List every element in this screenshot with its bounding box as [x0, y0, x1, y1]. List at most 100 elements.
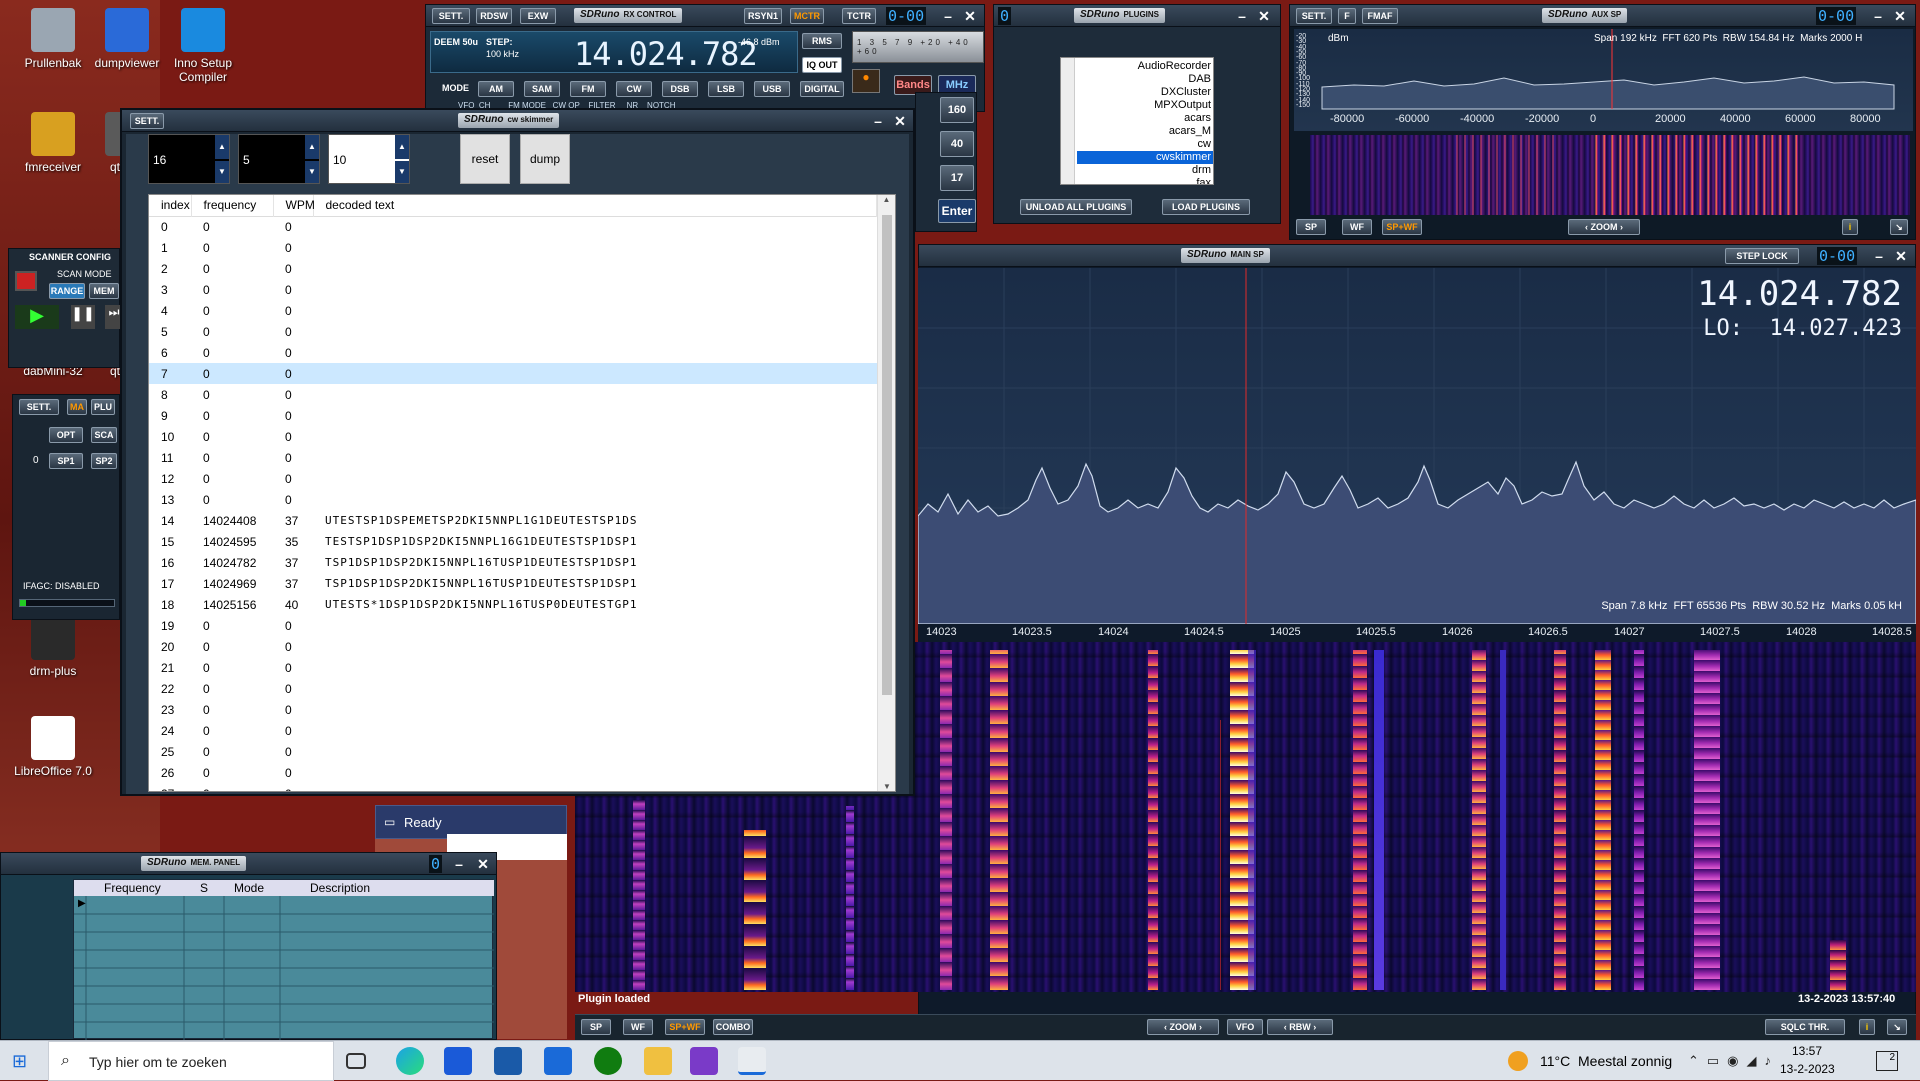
plugin-item[interactable]: acars [1077, 112, 1213, 125]
rsyn1-button[interactable]: RSYN1 [744, 8, 782, 24]
spinbox-1-up[interactable]: ▲ [215, 135, 229, 159]
plugin-item[interactable]: DAB [1077, 73, 1213, 86]
skimmer-row[interactable]: 26 0 0 [149, 762, 877, 783]
iq-out-button[interactable]: IQ OUT [802, 57, 842, 73]
start-button[interactable]: ⊞ [12, 1051, 32, 1071]
skimmer-row[interactable]: 23 0 0 [149, 699, 877, 720]
plugin-item[interactable]: DXCluster [1077, 86, 1213, 99]
spinbox-2-down[interactable]: ▼ [305, 161, 319, 183]
desktop-icon[interactable]: drm-plus [8, 616, 98, 678]
aux-f-button[interactable]: F [1338, 8, 1356, 24]
notification-icon[interactable]: 2 [1876, 1051, 1898, 1071]
load-plugins-button[interactable]: LOAD PLUGINS [1162, 199, 1250, 215]
rx-sett-button[interactable]: SETT. [432, 8, 470, 24]
plugin-item[interactable]: AudioRecorder [1077, 60, 1213, 73]
aux-spwf-button[interactable]: SP+WF [1382, 219, 1422, 235]
skimmer-row[interactable]: 25 0 0 [149, 741, 877, 762]
skimmer-row[interactable]: 10 0 0 [149, 426, 877, 447]
plugins-list[interactable]: AudioRecorder DAB DXCluster MPXOutput acars a… [1060, 57, 1214, 185]
unload-all-plugins-button[interactable]: UNLOAD ALL PLUGINS [1020, 199, 1132, 215]
mem-minimize-button[interactable]: – [451, 856, 467, 872]
skimmer-column-header[interactable]: WPM [273, 195, 315, 216]
main-sp-minimize-button[interactable]: – [1871, 248, 1887, 264]
main-info-button[interactable]: i [1859, 1019, 1875, 1035]
mem-column-header[interactable]: Description [310, 881, 370, 895]
skimmer-row[interactable]: 20 0 0 [149, 636, 877, 657]
rx-frequency[interactable]: 14.024.782 [574, 35, 758, 73]
plugins-list-scrollbar[interactable] [1061, 58, 1075, 184]
play-button[interactable]: ▶ [15, 305, 59, 329]
skimmer-row[interactable]: 21 0 0 [149, 657, 877, 678]
visual-studio-icon[interactable] [690, 1047, 718, 1075]
skimmer-row[interactable]: 2 0 0 [149, 258, 877, 279]
mem-column-header[interactable]: Mode [234, 881, 264, 895]
aux-sett-button[interactable]: SETT. [1296, 8, 1332, 24]
sqlc-thr-button[interactable]: SQLC THR. [1765, 1019, 1845, 1035]
spinbox-2-up[interactable]: ▲ [305, 135, 319, 159]
skimmer-row[interactable]: 13 0 0 [149, 489, 877, 510]
main-resize-button[interactable]: ↘ [1887, 1019, 1907, 1035]
enter-button[interactable]: Enter [938, 199, 976, 223]
aux-wf-button[interactable]: WF [1342, 219, 1372, 235]
exw-button[interactable]: EXW [520, 8, 556, 24]
skimmer-column-header[interactable]: index [149, 195, 192, 216]
skimmer-row[interactable]: 0 0 0 [149, 216, 877, 237]
plugins-close-button[interactable]: ✕ [1256, 8, 1272, 24]
skimmer-row[interactable]: 14 14024408 37 UTESTSP1DSPEMETSP2DKI5NNPL1G… [149, 510, 877, 531]
plugins-minimize-button[interactable]: – [1234, 8, 1250, 24]
skimmer-row[interactable]: 19 0 0 [149, 615, 877, 636]
spinbox-1-down[interactable]: ▼ [215, 161, 229, 183]
mem-column-header[interactable]: Frequency [104, 881, 161, 895]
mode-button-fm[interactable]: FM [570, 81, 606, 97]
ma-button[interactable]: MA [67, 399, 87, 415]
record-button[interactable]: ● [852, 69, 880, 93]
skimmer-row[interactable]: 12 0 0 [149, 468, 877, 489]
store-icon[interactable] [444, 1047, 472, 1075]
key-17[interactable]: 17 [940, 165, 974, 191]
task-view-icon[interactable] [346, 1053, 366, 1069]
mail-icon[interactable] [544, 1047, 572, 1075]
spinbox-3-down[interactable]: ▼ [395, 161, 409, 183]
plugin-item[interactable]: fax [1077, 177, 1213, 184]
aux-zoom-control[interactable]: ‹ ZOOM › [1568, 219, 1640, 235]
clock-time[interactable]: 13:57 [1792, 1044, 1822, 1058]
file-explorer-icon[interactable] [644, 1047, 672, 1075]
tray-icons[interactable]: ⌃▭◉◢♪ [1688, 1053, 1779, 1069]
spinbox-1[interactable]: 16 ▲ ▼ [148, 134, 230, 184]
reset-button[interactable]: reset [460, 134, 510, 184]
skimmer-column-header[interactable]: decoded text [313, 195, 877, 216]
aux-info-button[interactable]: i [1842, 219, 1858, 235]
main-sp-button[interactable]: SP [581, 1019, 611, 1035]
plugin-item[interactable]: cwskimmer [1077, 151, 1213, 164]
desktop-icon[interactable]: LibreOffice 7.0 [8, 716, 98, 778]
skimmer-row[interactable]: 5 0 0 [149, 321, 877, 342]
edge-icon[interactable] [396, 1047, 424, 1075]
skimmer-row[interactable]: 7 0 0 [149, 363, 877, 384]
skimmer-row[interactable]: 4 0 0 [149, 300, 877, 321]
xbox-icon[interactable] [594, 1047, 622, 1075]
rx-minimize-button[interactable]: – [940, 8, 956, 24]
mode-button-dsb[interactable]: DSB [662, 81, 698, 97]
vfo-button[interactable]: VFO [1227, 1019, 1263, 1035]
aux-sp-button[interactable]: SP [1296, 219, 1326, 235]
skimmer-scrollbar-thumb[interactable] [882, 215, 892, 695]
key-40[interactable]: 40 [940, 131, 974, 157]
combo-button[interactable]: COMBO [713, 1019, 753, 1035]
mode-button-cw[interactable]: CW [616, 81, 652, 97]
main-sp-close-button[interactable]: ✕ [1893, 248, 1909, 264]
plugin-item[interactable]: cw [1077, 138, 1213, 151]
taskbar-search[interactable]: ⌕ Typ hier om te zoeken [48, 1041, 334, 1081]
spinbox-2[interactable]: 5 ▲ ▼ [238, 134, 320, 184]
skimmer-column-header[interactable]: frequency [191, 195, 274, 216]
opt-button[interactable]: OPT [49, 427, 83, 443]
skimmer-row[interactable]: 9 0 0 [149, 405, 877, 426]
plugin-item[interactable]: drm [1077, 164, 1213, 177]
mem-close-button[interactable]: ✕ [475, 856, 491, 872]
skimmer-row[interactable]: 8 0 0 [149, 384, 877, 405]
aux-spectrum[interactable]: dBm Span 192 kHz FFT 620 Pts RBW 154.84 … [1294, 29, 1913, 131]
skimmer-row[interactable]: 17 14024969 37 TSP1DSP1DSP2DKI5NNPL16TUSP1D… [149, 573, 877, 594]
sca-button[interactable]: SCA [91, 427, 117, 443]
rx-close-button[interactable]: ✕ [962, 8, 978, 24]
skimmer-row[interactable]: 15 14024595 35 TESTSP1DSP1DSP2DKI5NNPL16G1D… [149, 531, 877, 552]
skimmer-sett-button[interactable]: SETT. [130, 113, 164, 129]
